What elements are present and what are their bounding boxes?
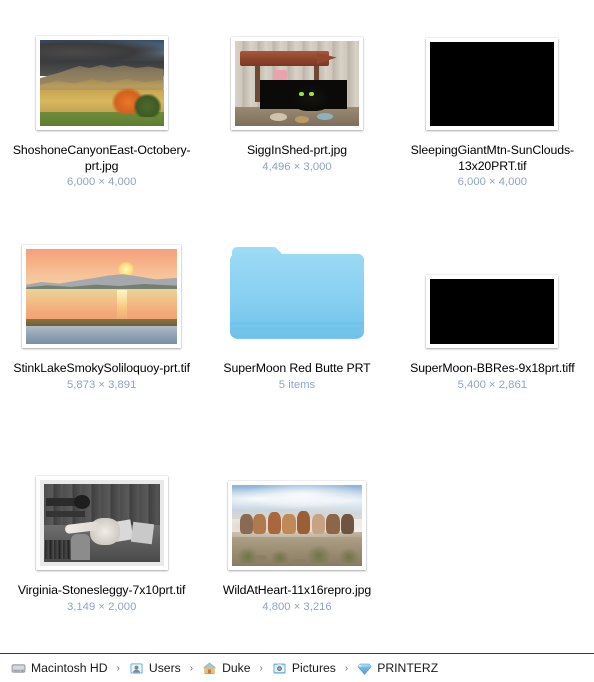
- thumbnail-supermoon-bbres: [430, 279, 555, 344]
- photo-frame: [227, 481, 366, 570]
- file-item[interactable]: SuperMoon-BBRes-9x18prt.tiff 5,400 × 2,8…: [395, 232, 590, 454]
- thumbnail-container[interactable]: [4, 18, 199, 130]
- photo-frame: [22, 245, 182, 348]
- file-meta: 5,400 × 2,861: [457, 378, 528, 391]
- file-meta: 3,149 × 2,000: [66, 600, 137, 613]
- breadcrumb-separator: ›: [259, 662, 263, 674]
- file-name: WildAtHeart-11x16repro.jpg: [222, 583, 372, 597]
- file-meta: 5,873 × 3,891: [66, 378, 137, 391]
- thumbnail-container[interactable]: [199, 458, 394, 570]
- file-meta: 4,800 × 3,216: [262, 600, 332, 613]
- file-name: SleepingGiantMtn-SunClouds-13x20PRT.tif: [410, 143, 575, 173]
- folder-name: SuperMoon Red Butte PRT: [223, 361, 371, 375]
- file-meta: 6,000 × 4,000: [66, 176, 137, 188]
- breadcrumb-label: Users: [148, 661, 181, 675]
- thumbnail-container[interactable]: [199, 18, 394, 130]
- thumbnail-container[interactable]: [395, 236, 590, 348]
- breadcrumb-printerz[interactable]: PRINTERZ: [354, 660, 441, 677]
- breadcrumb-label: Pictures: [291, 661, 336, 675]
- file-label[interactable]: Virginia-Stonesleggy-7x10prt.tif 3,149 ×…: [4, 583, 199, 615]
- home-folder-icon: [203, 662, 217, 674]
- thumbnail-container[interactable]: [199, 236, 394, 348]
- file-name: SuperMoon-BBRes-9x18prt.tiff: [410, 361, 575, 375]
- breadcrumb-separator: ›: [189, 662, 194, 674]
- file-label[interactable]: ShoshoneCanyonEast-Octobery-prt.jpg 6,00…: [4, 143, 199, 190]
- breadcrumb-macintosh-hd[interactable]: Macintosh HD: [8, 660, 111, 677]
- breadcrumb-pictures[interactable]: Pictures: [269, 660, 339, 677]
- file-label[interactable]: SuperMoon-BBRes-9x18prt.tiff 5,400 × 2,8…: [395, 361, 590, 393]
- hard-drive-icon: [11, 663, 26, 673]
- file-item[interactable]: Virginia-Stonesleggy-7x10prt.tif 3,149 ×…: [4, 454, 199, 667]
- folder-meta: 5 items: [278, 378, 316, 391]
- photo-frame: [426, 38, 559, 130]
- blue-folder-icon: [229, 247, 364, 339]
- file-label[interactable]: SleepingGiantMtn-SunClouds-13x20PRT.tif …: [395, 143, 590, 190]
- file-label[interactable]: WildAtHeart-11x16repro.jpg 4,800 × 3,216: [199, 583, 394, 615]
- breadcrumb-label: Duke: [222, 661, 251, 675]
- file-icon-grid[interactable]: ShoshoneCanyonEast-Octobery-prt.jpg 6,00…: [0, 0, 594, 653]
- file-item[interactable]: SiggInShed-prt.jpg 4,496 × 3,000: [199, 14, 394, 232]
- photo-frame: [35, 476, 168, 570]
- file-label[interactable]: StinkLakeSmokySoliloquoy-prt.tif 5,873 ×…: [4, 361, 199, 393]
- file-name: ShoshoneCanyonEast-Octobery-prt.jpg: [12, 143, 191, 173]
- breadcrumb-label: PRINTERZ: [377, 661, 439, 675]
- file-meta: 4,496 × 3,000: [262, 160, 332, 173]
- file-item[interactable]: SleepingGiantMtn-SunClouds-13x20PRT.tif …: [395, 14, 590, 232]
- photo-frame: [426, 275, 559, 348]
- thumbnail-wild-at-heart-horses: [231, 485, 362, 566]
- thumbnail-sigg-in-shed: [234, 41, 359, 126]
- folder-item[interactable]: SuperMoon Red Butte PRT 5 items: [199, 232, 394, 454]
- thumbnail-sleeping-giant-mtn: [430, 42, 555, 126]
- file-item[interactable]: StinkLakeSmokySoliloquoy-prt.tif 5,873 ×…: [4, 232, 199, 454]
- breadcrumb-users[interactable]: Users: [126, 660, 184, 677]
- breadcrumb-separator: ›: [116, 662, 120, 674]
- photo-frame: [230, 37, 363, 130]
- blue-gem-folder-icon: [357, 663, 372, 675]
- file-item[interactable]: WildAtHeart-11x16repro.jpg 4,800 × 3,216: [199, 454, 394, 667]
- breadcrumb-duke[interactable]: Duke: [199, 660, 253, 677]
- empty-grid-cell: [395, 454, 590, 667]
- thumbnail-shoshone-canyon: [39, 40, 164, 126]
- pictures-folder-icon: [273, 662, 286, 674]
- thumbnail-container[interactable]: [4, 458, 199, 570]
- thumbnail-virginia-stonesleggy: [39, 480, 164, 566]
- file-name: Virginia-Stonesleggy-7x10prt.tif: [17, 583, 186, 597]
- path-bar[interactable]: Macintosh HD › Users › Duke › Pictures ›…: [0, 653, 594, 682]
- breadcrumb-separator: ›: [344, 662, 349, 674]
- file-name: SiggInShed-prt.jpg: [246, 143, 348, 157]
- file-label[interactable]: SiggInShed-prt.jpg 4,496 × 3,000: [199, 143, 394, 175]
- file-name: StinkLakeSmokySoliloquoy-prt.tif: [13, 361, 190, 375]
- thumbnail-container[interactable]: [395, 18, 590, 130]
- file-item[interactable]: ShoshoneCanyonEast-Octobery-prt.jpg 6,00…: [4, 14, 199, 232]
- thumbnail-container[interactable]: [4, 236, 199, 348]
- breadcrumb-label: Macintosh HD: [31, 661, 108, 675]
- users-folder-icon: [130, 662, 143, 674]
- photo-frame: [35, 36, 168, 130]
- thumbnail-stink-lake-sunset: [26, 249, 178, 344]
- file-meta: 6,000 × 4,000: [457, 176, 528, 188]
- folder-label[interactable]: SuperMoon Red Butte PRT 5 items: [199, 361, 394, 393]
